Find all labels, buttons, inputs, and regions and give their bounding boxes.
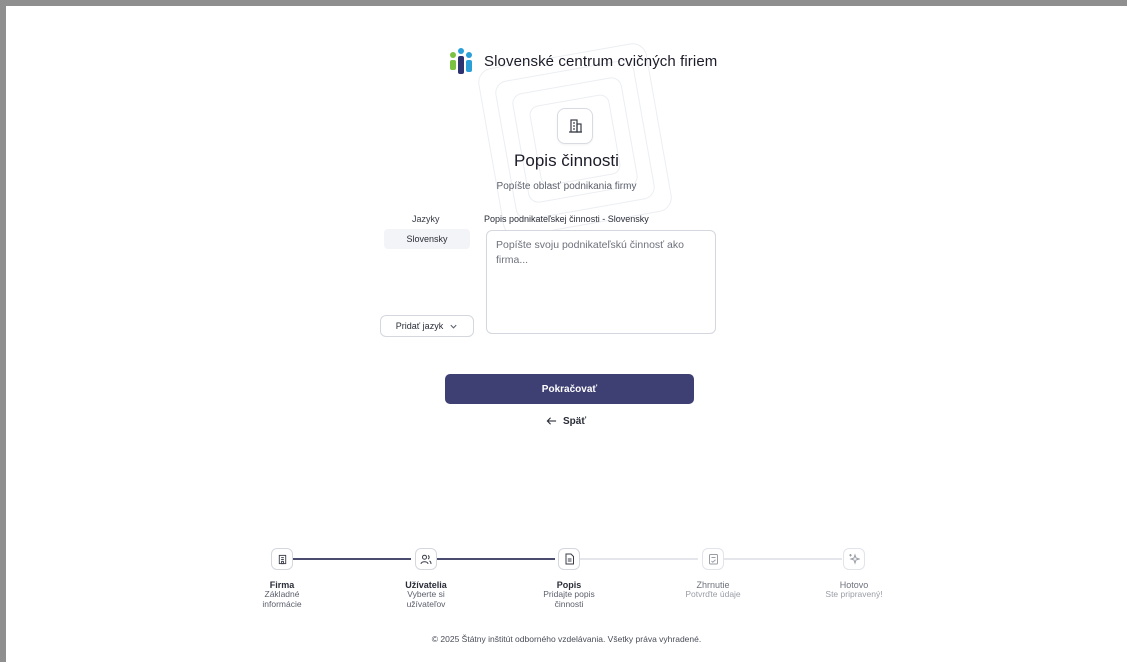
arrow-left-icon — [546, 417, 557, 425]
step-firma: Firma Základné informácie — [222, 548, 342, 610]
continue-button[interactable]: Pokračovať — [445, 374, 694, 404]
building-icon — [557, 108, 593, 144]
back-button[interactable]: Späť — [546, 413, 586, 429]
step-desc: Vyberte si užívateľov — [406, 589, 446, 609]
language-tab-slovensky[interactable]: Slovensky — [384, 229, 470, 249]
step-desc: Základné informácie — [262, 589, 302, 609]
brand-logo-icon — [450, 48, 474, 74]
step-desc: Ste pripravený! — [825, 589, 883, 599]
back-label: Späť — [563, 415, 587, 427]
description-textarea[interactable] — [486, 230, 716, 334]
document-icon — [558, 548, 580, 570]
description-label: Popis podnikateľskej činnosti - Slovensk… — [484, 214, 649, 224]
page-title: Popis činnosti — [514, 151, 619, 170]
step-uzivatelia: Užívatelia Vyberte si užívateľov — [366, 548, 486, 610]
step-popis: Popis Pridajte popis činnosti — [509, 548, 629, 610]
step-hotovo: Hotovo Ste pripravený! — [794, 548, 914, 600]
chevron-down-icon — [450, 324, 457, 329]
step-desc: Pridajte popis činnosti — [543, 589, 595, 609]
building-icon — [271, 548, 293, 570]
app-frame: Slovenské centrum cvičných firiem Popis … — [6, 6, 1127, 662]
add-language-label: Pridať jazyk — [395, 321, 444, 331]
checklist-icon — [702, 548, 724, 570]
step-zhrnutie: Zhrnutie Potvrďte údaje — [653, 548, 773, 600]
add-language-select[interactable]: Pridať jazyk — [380, 315, 474, 337]
languages-label: Jazyky — [412, 214, 440, 224]
sparkles-icon — [843, 548, 865, 570]
footer-copyright: © 2025 Štátny inštitút odborného vzdeláv… — [431, 634, 702, 644]
users-icon — [415, 548, 437, 570]
brand-name: Slovenské centrum cvičných firiem — [484, 52, 718, 70]
page-subtitle: Popíšte oblasť podnikania firmy — [496, 181, 637, 192]
step-desc: Potvrďte údaje — [685, 589, 741, 599]
brand-header: Slovenské centrum cvičných firiem — [450, 48, 717, 74]
